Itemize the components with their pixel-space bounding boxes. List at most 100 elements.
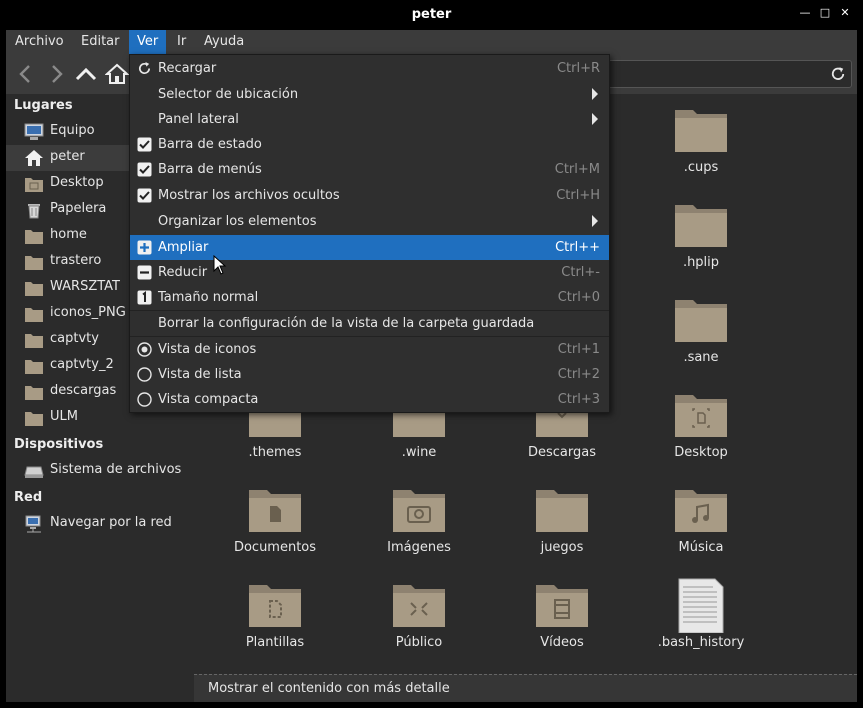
file-item[interactable]: Documentos bbox=[205, 482, 345, 572]
public-share-folder-icon bbox=[393, 585, 445, 627]
status-bar: Mostrar el contenido con más detalle bbox=[194, 674, 857, 702]
file-name: Vídeos bbox=[540, 635, 584, 650]
menu-item-vista-lista[interactable]: Vista de lista Ctrl+2 bbox=[130, 362, 609, 387]
location-bar[interactable] bbox=[596, 60, 852, 88]
radio-unselected-icon bbox=[137, 392, 152, 407]
maximize-button[interactable]: □ bbox=[819, 6, 831, 20]
desktop-folder-icon bbox=[675, 395, 727, 437]
folder-icon bbox=[25, 230, 43, 244]
menu-item-shortcut: Ctrl+0 bbox=[557, 290, 600, 305]
zoom-normal-icon bbox=[137, 290, 152, 305]
file-item[interactable]: juegos bbox=[492, 482, 632, 572]
menu-item-label: Ampliar bbox=[158, 240, 209, 255]
file-name: Público bbox=[395, 635, 443, 650]
menu-item-vista-compacta[interactable]: Vista compacta Ctrl+3 bbox=[130, 387, 609, 412]
menu-item-label: Vista de lista bbox=[158, 367, 242, 382]
sidebar-item-network[interactable]: Navegar por la red bbox=[6, 511, 194, 537]
sidebar-item-label: Navegar por la red bbox=[50, 515, 172, 530]
folder-icon bbox=[675, 300, 727, 342]
menu-item-vista-iconos[interactable]: Vista de iconos Ctrl+1 bbox=[130, 337, 609, 362]
file-name: .wine bbox=[401, 445, 437, 460]
menu-item-recargar[interactable]: Recargar Ctrl+R bbox=[130, 56, 609, 81]
reload-icon bbox=[138, 61, 151, 75]
menu-ir[interactable]: Ir bbox=[169, 30, 194, 54]
documents-folder-icon bbox=[249, 490, 301, 532]
up-icon[interactable] bbox=[74, 62, 98, 86]
file-item[interactable]: .hplip bbox=[631, 197, 771, 287]
folder-icon bbox=[25, 256, 43, 270]
back-icon[interactable] bbox=[14, 62, 38, 86]
file-item[interactable]: .sane bbox=[631, 292, 771, 382]
menu-item-label: Vista de iconos bbox=[158, 342, 257, 357]
sidebar-item-label: trastero bbox=[50, 253, 102, 268]
menu-item-tamano-normal[interactable]: Tamaño normal Ctrl+0 bbox=[130, 285, 609, 310]
menu-ver[interactable]: Ver bbox=[129, 30, 167, 54]
folder-icon bbox=[675, 110, 727, 152]
network-heading: Red bbox=[14, 490, 43, 505]
file-name: Plantillas bbox=[245, 635, 305, 650]
menu-item-barra-menus[interactable]: Barra de menús Ctrl+M bbox=[130, 157, 609, 182]
menu-item-shortcut: Ctrl+H bbox=[556, 188, 600, 203]
folder-icon bbox=[25, 308, 43, 322]
forward-icon[interactable] bbox=[44, 62, 68, 86]
folder-icon bbox=[25, 282, 43, 296]
network-icon bbox=[25, 515, 41, 533]
sidebar-item-label: peter bbox=[50, 149, 85, 164]
home-icon bbox=[25, 150, 43, 166]
menu-item-organizar[interactable]: Organizar los elementos bbox=[130, 209, 609, 234]
menu-bar: Archivo Editar Ver Ir Ayuda bbox=[6, 30, 857, 54]
file-item[interactable]: .bash_history bbox=[631, 577, 771, 667]
file-name: .sane bbox=[683, 350, 719, 365]
pictures-folder-icon bbox=[393, 490, 445, 532]
sidebar-item-filesystem[interactable]: Sistema de archivos bbox=[6, 458, 194, 484]
checkbox-checked-icon bbox=[137, 162, 152, 177]
file-item[interactable]: Imágenes bbox=[349, 482, 489, 572]
menu-archivo[interactable]: Archivo bbox=[7, 30, 72, 54]
menu-item-label: Recargar bbox=[158, 61, 217, 76]
file-item[interactable]: Público bbox=[349, 577, 489, 667]
menu-item-shortcut: Ctrl+2 bbox=[557, 367, 600, 382]
minimize-button[interactable]: — bbox=[799, 6, 811, 20]
menu-item-archivos-ocultos[interactable]: Mostrar los archivos ocultos Ctrl+H bbox=[130, 183, 609, 208]
file-item[interactable]: Música bbox=[631, 482, 771, 572]
devices-heading: Dispositivos bbox=[14, 437, 104, 452]
checkbox-checked-icon bbox=[137, 137, 152, 152]
checkbox-checked-icon bbox=[137, 188, 152, 203]
menu-item-borrar-config[interactable]: Borrar la configuración de la vista de l… bbox=[130, 311, 609, 336]
file-item[interactable]: .cups bbox=[631, 102, 771, 192]
home-icon[interactable] bbox=[105, 62, 129, 86]
file-name: .themes bbox=[248, 445, 302, 460]
menu-editar[interactable]: Editar bbox=[73, 30, 128, 54]
menu-item-selector-ubicacion[interactable]: Selector de ubicación bbox=[130, 82, 609, 107]
templates-folder-icon bbox=[249, 585, 301, 627]
menu-item-label: Barra de estado bbox=[158, 137, 262, 152]
file-name: .cups bbox=[683, 160, 719, 175]
file-name: juegos bbox=[540, 540, 584, 555]
places-heading: Lugares bbox=[14, 98, 73, 113]
window-title: peter bbox=[411, 7, 452, 22]
menu-item-label: Selector de ubicación bbox=[158, 87, 299, 102]
menu-item-label: Vista compacta bbox=[158, 392, 259, 407]
zoom-out-icon bbox=[137, 265, 152, 280]
file-item[interactable]: Vídeos bbox=[492, 577, 632, 667]
zoom-in-icon bbox=[137, 240, 152, 255]
file-name: .hplip bbox=[682, 255, 720, 270]
menu-item-panel-lateral[interactable]: Panel lateral bbox=[130, 107, 609, 132]
file-item[interactable]: Desktop bbox=[631, 387, 771, 477]
menu-item-ampliar[interactable]: Ampliar Ctrl++ bbox=[130, 235, 609, 260]
file-item[interactable]: Plantillas bbox=[205, 577, 345, 667]
sidebar-item-label: captvty bbox=[50, 331, 99, 346]
sidebar-item-label: Papelera bbox=[50, 201, 107, 216]
menu-item-shortcut: Ctrl+M bbox=[554, 162, 600, 177]
music-folder-icon bbox=[675, 490, 727, 532]
view-menu: Recargar Ctrl+R Selector de ubicación Pa… bbox=[129, 54, 610, 413]
close-button[interactable]: ✕ bbox=[839, 6, 851, 20]
menu-ayuda[interactable]: Ayuda bbox=[196, 30, 252, 54]
menu-item-reducir[interactable]: Reducir Ctrl+- bbox=[130, 260, 609, 285]
sidebar-item-label: Equipo bbox=[50, 123, 95, 138]
menu-item-barra-estado[interactable]: Barra de estado bbox=[130, 132, 609, 157]
status-text: Mostrar el contenido con más detalle bbox=[208, 681, 450, 696]
reload-icon[interactable] bbox=[829, 65, 847, 83]
desktop-folder-icon bbox=[25, 178, 43, 192]
sidebar-item-label: Sistema de archivos bbox=[50, 462, 182, 477]
